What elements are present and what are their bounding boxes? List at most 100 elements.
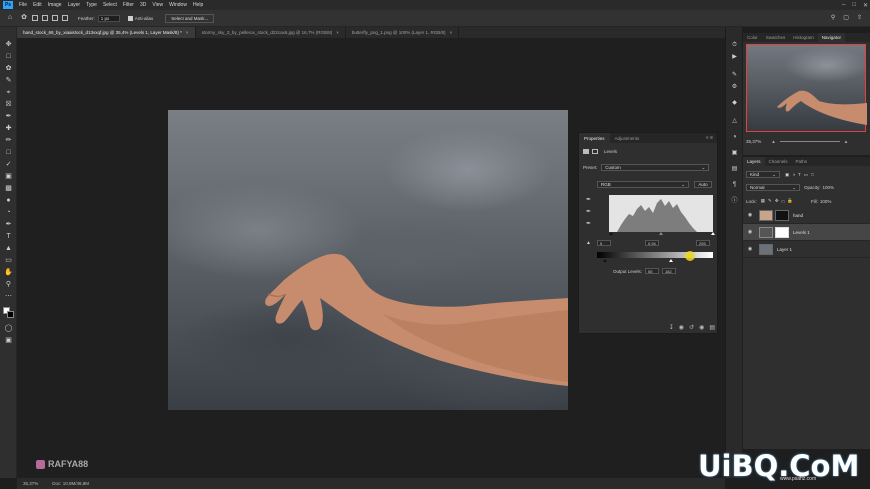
tab-butterfly[interactable]: butterfly_png_1.png @ 100% (Layer 1, RGB… [346,27,460,38]
output-black-field[interactable]: 55 [645,268,660,274]
eraser-tool-icon[interactable]: ▣ [4,173,13,181]
filter-adjustment-icon[interactable]: ◑ [792,172,795,177]
brush-tool-icon[interactable]: ✏ [4,137,13,145]
layer-mask-thumbnail[interactable] [775,226,789,238]
character-icon[interactable]: ◆ [730,99,739,107]
tab-navigator[interactable]: Navigator [817,33,846,42]
filter-pixel-icon[interactable]: ▣ [785,172,789,178]
workspace-icon[interactable]: ▢ [843,14,849,21]
gray-point-eyedropper-icon[interactable]: ✒ [585,209,592,216]
lock-paint-icon[interactable]: ✎ [768,198,772,204]
tab-adjustments[interactable]: Adjustments [610,133,645,143]
tab-properties[interactable]: Properties [579,133,610,143]
menu-window[interactable]: Window [166,2,190,8]
preset-select[interactable]: Custom ⌄ [601,164,710,171]
output-white-slider[interactable] [669,259,673,262]
lock-pixels-icon[interactable]: ▦ [761,198,765,204]
output-white-field[interactable]: 182 [662,268,677,274]
gradient-tool-icon[interactable]: ▩ [4,185,13,193]
input-black-field[interactable]: 5 [597,240,611,246]
shape-tool-icon[interactable]: ▭ [4,257,13,265]
lock-all-icon[interactable]: 🔒 [787,198,793,204]
document-image[interactable] [168,110,568,410]
tab-histogram[interactable]: Histogram [789,33,818,42]
tab-color[interactable]: Color [743,33,762,42]
filter-smart-icon[interactable]: □ [811,172,814,177]
tool-presets-icon[interactable]: ⚙ [730,83,739,91]
menu-layer[interactable]: Layer [65,2,84,8]
visibility-eye-icon[interactable]: ◉ [743,212,757,218]
menu-view[interactable]: View [149,2,166,8]
background-color-swatch[interactable] [7,311,14,318]
auto-button[interactable]: Auto [694,181,712,188]
opacity-value[interactable]: 100% [823,185,835,190]
view-previous-icon[interactable]: ◉ [679,324,684,331]
quick-select-tool-icon[interactable]: ✎ [4,77,13,85]
quick-mask-icon[interactable]: ◯ [4,325,13,333]
adjustments-icon[interactable]: ◑ [730,133,739,141]
visibility-eye-icon[interactable]: ◉ [743,246,757,252]
status-zoom[interactable]: 35,37% [23,481,38,486]
lock-artboard-icon[interactable]: □ [782,199,785,204]
libraries-icon[interactable]: ▣ [730,149,739,157]
panel-menu-icon[interactable]: » ≡ [706,135,713,141]
mask-icon[interactable] [592,149,598,154]
input-white-slider[interactable] [711,232,715,235]
blend-mode-select[interactable]: Normal ⌄ [746,184,800,191]
filter-type-icon[interactable]: T [798,172,801,177]
eyedropper-tool-icon[interactable]: ✒ [4,113,13,121]
tab-stormy-sky[interactable]: stormy_sky_3_by_pellerox_stock_d22cax6.j… [196,27,346,38]
zoom-in-icon[interactable]: ▲ [844,139,848,144]
crop-tool-icon[interactable]: ⌖ [4,89,13,97]
zoom-out-icon[interactable]: ▲ [771,139,775,144]
dodge-tool-icon[interactable]: ◔ [4,209,13,217]
menu-filter[interactable]: Filter [120,2,137,8]
styles-icon[interactable]: ▤ [730,165,739,173]
close-tab-icon[interactable]: × [186,30,189,35]
history-brush-tool-icon[interactable]: ✓ [4,161,13,169]
paragraph-icon[interactable]: ¶ [730,181,739,189]
path-select-tool-icon[interactable]: ▲ [4,245,13,253]
hand-tool-icon[interactable]: ✋ [4,269,13,277]
share-icon[interactable]: ⇧ [857,14,862,21]
visibility-eye-icon[interactable]: ◉ [743,229,757,235]
lasso-icon[interactable]: ✿ [20,14,28,22]
layer-mask-thumbnail[interactable] [775,209,789,221]
menu-type[interactable]: Type [83,2,100,8]
type-tool-icon[interactable]: T [4,233,13,241]
layer-row-levels[interactable]: ◉ Levels 1 [743,224,870,241]
more-tools-icon[interactable]: ⋯ [4,293,13,301]
layer-row-hand[interactable]: ◉ hand [743,207,870,224]
close-icon[interactable]: ✕ [863,2,868,9]
fill-value[interactable]: 100% [820,199,832,204]
tab-paths[interactable]: Paths [792,157,812,166]
output-black-slider[interactable] [603,259,607,262]
menu-edit[interactable]: Edit [30,2,45,8]
delete-icon[interactable]: ▤ [709,324,715,331]
lasso-tool-icon[interactable]: ✿ [4,65,13,73]
visibility-icon[interactable]: ◉ [699,324,704,331]
tab-hand-stock[interactable]: hand_stock_68_by_xiaaistock_d13vxqf.jpg … [17,27,196,38]
navigator-thumbnail[interactable] [746,44,867,132]
channel-select[interactable]: RGB ⌄ [597,181,689,188]
minimize-icon[interactable]: – [842,2,845,8]
feather-input[interactable]: 1 px [97,14,120,22]
frame-tool-icon[interactable]: ☒ [4,101,13,109]
tab-swatches[interactable]: Swatches [762,33,790,42]
close-tab-icon[interactable]: × [449,30,452,35]
info-icon[interactable]: ⓘ [730,197,739,205]
clipping-warning-icon[interactable]: ▲ [585,240,592,247]
intersect-selection-icon[interactable] [62,15,68,21]
lock-move-icon[interactable]: ✥ [775,198,779,204]
add-selection-icon[interactable] [42,15,48,21]
tab-channels[interactable]: Channels [765,157,792,166]
pen-tool-icon[interactable]: ✒ [4,221,13,229]
tab-layers[interactable]: Layers [743,157,765,166]
white-point-eyedropper-icon[interactable]: ✒ [585,221,592,228]
filter-shape-icon[interactable]: ▭ [804,172,808,178]
close-tab-icon[interactable]: × [336,30,339,35]
input-gamma-field[interactable]: 0.94 [645,240,659,246]
clip-to-layer-icon[interactable]: ↧ [669,324,674,331]
marquee-tool-icon[interactable]: □ [4,53,13,61]
filter-kind-select[interactable]: Kind ⌄ [746,171,780,178]
